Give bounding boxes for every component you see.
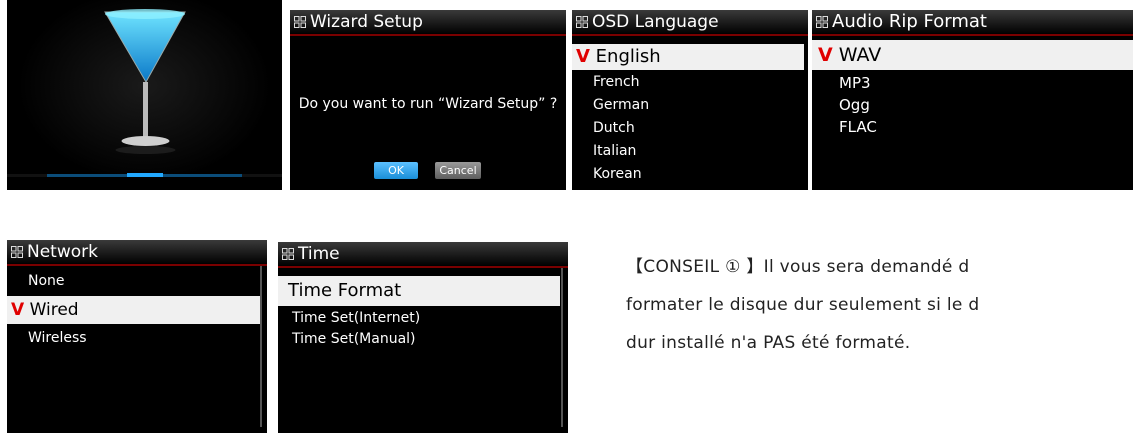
format-item-flac[interactable]: FLAC xyxy=(812,118,1133,136)
language-item-french[interactable]: French xyxy=(572,74,808,90)
osd-title: OSD Language xyxy=(592,12,719,32)
menu-grid-icon xyxy=(816,16,828,28)
time-title: Time xyxy=(298,244,340,264)
format-label: Ogg xyxy=(839,96,870,114)
network-item-wired[interactable]: V Wired xyxy=(7,296,261,324)
tip-line-3: dur installé n'a PAS été formaté. xyxy=(626,333,911,353)
language-label: English xyxy=(595,46,661,67)
tip-line-1: 【CONSEIL ① 】Il vous sera demandé d xyxy=(626,257,970,277)
time-item-manual[interactable]: Time Set(Manual) xyxy=(278,331,568,347)
osd-language-screen: OSD Language V English French German Dut… xyxy=(572,10,808,190)
time-label: Time Set(Internet) xyxy=(292,310,421,326)
time-label: Time Set(Manual) xyxy=(292,331,416,347)
network-item-none[interactable]: None xyxy=(7,273,267,289)
audio-rip-format-screen: Audio Rip Format V WAV MP3 Ogg FLAC xyxy=(812,10,1133,190)
cocktail-glass-icon xyxy=(7,9,282,177)
network-title-bar: Network xyxy=(7,240,267,266)
cancel-button[interactable]: Cancel xyxy=(435,162,481,179)
menu-grid-icon xyxy=(576,16,588,28)
splash-screen xyxy=(7,0,282,190)
network-screen: Network None V Wired Wireless xyxy=(7,240,267,433)
network-item-wireless[interactable]: Wireless xyxy=(7,330,267,346)
audio-rip-title: Audio Rip Format xyxy=(832,11,987,32)
format-label: FLAC xyxy=(839,118,877,136)
audio-rip-title-bar: Audio Rip Format xyxy=(812,10,1133,36)
checkmark-icon: V xyxy=(818,44,833,66)
tip-text: 【CONSEIL ① 】Il vous sera demandé d forma… xyxy=(626,248,979,362)
language-item-english[interactable]: V English xyxy=(572,44,804,70)
time-title-bar: Time xyxy=(278,242,568,268)
format-item-ogg[interactable]: Ogg xyxy=(812,96,1133,114)
checkmark-icon: V xyxy=(576,46,590,67)
language-label: Korean xyxy=(593,166,642,182)
wizard-title-bar: Wizard Setup xyxy=(290,10,566,36)
time-label: Time Format xyxy=(288,280,402,301)
language-label: German xyxy=(593,97,650,113)
scrollbar[interactable] xyxy=(260,266,262,427)
format-label: WAV xyxy=(838,44,882,66)
time-screen: Time Time Format Time Set(Internet) Time… xyxy=(278,242,568,433)
network-label: None xyxy=(28,273,65,289)
language-item-german[interactable]: German xyxy=(572,97,808,113)
language-label: French xyxy=(593,74,640,90)
menu-grid-icon xyxy=(282,248,294,260)
network-label: Wireless xyxy=(28,330,87,346)
menu-grid-icon xyxy=(11,246,23,258)
menu-grid-icon xyxy=(294,16,306,28)
wizard-title: Wizard Setup xyxy=(310,12,423,32)
language-label: Dutch xyxy=(593,120,635,136)
language-item-italian[interactable]: Italian xyxy=(572,143,808,159)
checkmark-icon: V xyxy=(11,300,25,320)
tip-line-2: formater le disque dur seulement si le d xyxy=(626,295,980,315)
language-item-dutch[interactable]: Dutch xyxy=(572,120,808,136)
format-label: MP3 xyxy=(839,74,871,92)
format-item-mp3[interactable]: MP3 xyxy=(812,74,1133,92)
network-label: Wired xyxy=(29,300,79,320)
format-item-wav[interactable]: V WAV xyxy=(812,40,1133,70)
wizard-setup-screen: Wizard Setup Do you want to run “Wizard … xyxy=(290,10,566,190)
language-item-korean[interactable]: Korean xyxy=(572,166,808,182)
network-title: Network xyxy=(27,242,98,262)
wizard-question: Do you want to run “Wizard Setup” ? xyxy=(298,96,558,112)
scrollbar[interactable] xyxy=(561,268,563,427)
time-item-format[interactable]: Time Format xyxy=(278,276,560,306)
time-item-internet[interactable]: Time Set(Internet) xyxy=(278,310,568,326)
osd-title-bar: OSD Language xyxy=(572,10,808,36)
ok-button[interactable]: OK xyxy=(374,162,418,179)
language-label: Italian xyxy=(593,143,637,159)
